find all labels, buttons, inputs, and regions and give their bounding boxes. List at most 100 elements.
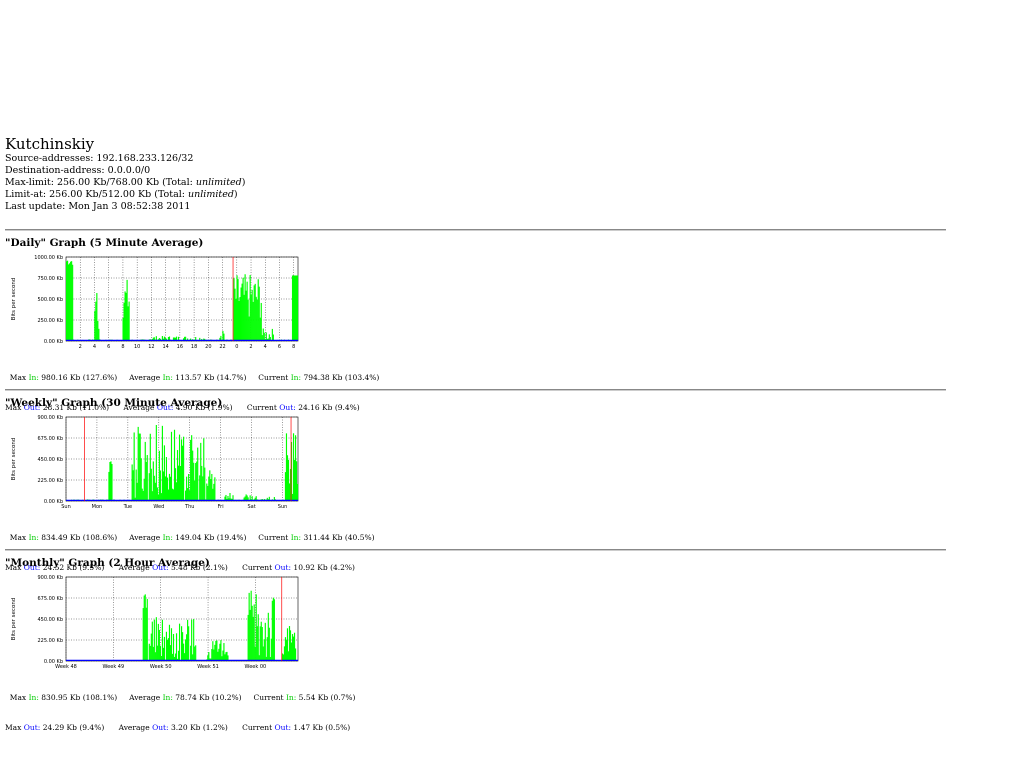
traffic-in-bar <box>168 624 171 661</box>
traffic-in-bar <box>180 439 183 501</box>
traffic-in-bar <box>183 643 185 661</box>
x-tick-label: Sun <box>278 504 288 510</box>
traffic-in-bar <box>254 283 256 341</box>
traffic-in-bar <box>195 463 197 501</box>
traffic-in-bar <box>175 482 178 501</box>
x-tick-label: Thu <box>184 504 194 510</box>
y-axis-title: Bits per second <box>11 438 17 481</box>
traffic-in-bar <box>142 490 144 501</box>
monthly-graph: Bits per second 900.00 Kb 675.00 Kb 450.00 … <box>11 575 299 670</box>
traffic-in-bar <box>286 628 289 661</box>
limit-at-total: unlimited <box>188 189 234 200</box>
traffic-in-bar <box>166 639 169 661</box>
traffic-in-bar <box>150 468 152 501</box>
traffic-in-bar <box>286 455 289 501</box>
page-title: Kutchinskiy <box>5 135 95 153</box>
traffic-in-bar <box>218 648 220 661</box>
traffic-in-bar <box>203 438 205 501</box>
in-label: In: <box>290 533 302 542</box>
max-limit-total: unlimited <box>195 177 242 188</box>
traffic-in-bar <box>143 478 145 501</box>
traffic-in-bar <box>247 299 249 341</box>
last-update-label: Last update: <box>5 201 66 212</box>
average-label: Average <box>129 693 161 702</box>
traffic-in-bar <box>272 597 274 661</box>
monthly-max-out: 24.29 Kb (9.4%) <box>42 723 105 732</box>
out-label: Out: <box>23 723 41 732</box>
traffic-in-bar <box>251 605 253 661</box>
in-label: In: <box>28 373 39 382</box>
y-tick-label: 450.00 Kb <box>37 617 63 623</box>
traffic-in-bar <box>170 431 173 501</box>
traffic-in-bar <box>66 261 68 341</box>
traffic-in-bar <box>250 590 252 661</box>
y-tick-label: 900.00 Kb <box>37 575 63 581</box>
traffic-in-bar <box>165 457 168 501</box>
traffic-in-bar <box>192 450 194 501</box>
traffic-in-bar <box>216 640 218 661</box>
traffic-in-bar <box>132 470 134 501</box>
traffic-in-bar <box>154 652 156 661</box>
daily-avg-in: 113.57 Kb (14.7%) <box>175 373 247 382</box>
traffic-in-bar <box>163 445 166 501</box>
y-tick-label: 750.00 Kb <box>37 276 63 282</box>
last-update-row: Last update: Mon Jan 3 08:52:38 2011 <box>5 201 245 213</box>
source-addresses-label: Source-addresses: <box>5 153 94 164</box>
traffic-in-bar <box>219 643 221 661</box>
out-label: Out: <box>152 723 169 732</box>
in-label: In: <box>162 693 173 702</box>
weekly-cur-out: 10.92 Kb (4.2%) <box>293 563 355 572</box>
traffic-in-bar <box>128 301 130 341</box>
traffic-in-bar <box>97 320 99 341</box>
traffic-in-bar <box>294 435 297 501</box>
traffic-in-bar <box>251 289 253 341</box>
monthly-cur-in: 5.54 Kb (0.7%) <box>298 693 356 702</box>
traffic-in-bar <box>245 290 247 341</box>
traffic-in-bar <box>199 475 201 501</box>
traffic-in-bar <box>125 292 127 341</box>
y-tick-label: 675.00 Kb <box>37 436 63 442</box>
source-addresses-value: 192.168.233.126/32 <box>96 153 194 164</box>
y-tick-label: 675.00 Kb <box>37 596 63 602</box>
traffic-in-bar <box>156 645 158 661</box>
traffic-in-bar <box>194 480 196 501</box>
traffic-in-bar <box>206 483 208 501</box>
last-update-value: Mon Jan 3 08:52:38 2011 <box>68 201 191 212</box>
traffic-in-bar <box>139 433 141 501</box>
traffic-in-bar <box>242 277 244 341</box>
traffic-in-bar <box>182 632 184 661</box>
traffic-in-bar <box>284 637 287 661</box>
traffic-in-bar <box>261 627 263 661</box>
current-label: Current <box>242 563 273 572</box>
traffic-in-bar <box>259 626 261 661</box>
traffic-in-bar <box>288 626 291 661</box>
traffic-in-bar <box>208 652 210 661</box>
x-tick-label: 2 <box>249 344 252 350</box>
traffic-in-bar <box>212 488 214 501</box>
x-tick-label: Fri <box>218 504 224 510</box>
daily-stats-in-row: Max In: 980.16 Kb (127.6%) Average In: 1… <box>5 373 380 383</box>
max-label: Max <box>9 693 27 702</box>
traffic-in-bar <box>249 275 251 341</box>
traffic-in-bar <box>271 600 273 661</box>
traffic-in-bar <box>296 275 299 341</box>
traffic-in-bar <box>220 640 222 661</box>
traffic-in-bar <box>167 638 170 661</box>
average-label: Average <box>129 373 161 382</box>
traffic-in-bar <box>193 619 195 661</box>
traffic-in-bar <box>237 279 239 341</box>
monthly-stats-in-row: Max In: 830.95 Kb (108.1%) Average In: 7… <box>5 693 356 703</box>
in-label: In: <box>285 693 297 702</box>
x-tick-label: Week 48 <box>55 664 77 670</box>
y-axis-title: Bits per second <box>11 278 17 321</box>
traffic-in-bar <box>157 623 159 661</box>
traffic-in-bar <box>248 316 250 341</box>
traffic-in-bar <box>152 646 154 661</box>
traffic-in-bar <box>212 641 214 661</box>
traffic-in-bar <box>292 636 295 661</box>
traffic-in-bar <box>136 482 138 501</box>
traffic-in-bar <box>94 311 96 341</box>
daily-cur-in: 794.38 Kb (103.4%) <box>303 373 380 382</box>
traffic-in-bar <box>69 263 71 341</box>
traffic-in-bar <box>247 614 249 661</box>
